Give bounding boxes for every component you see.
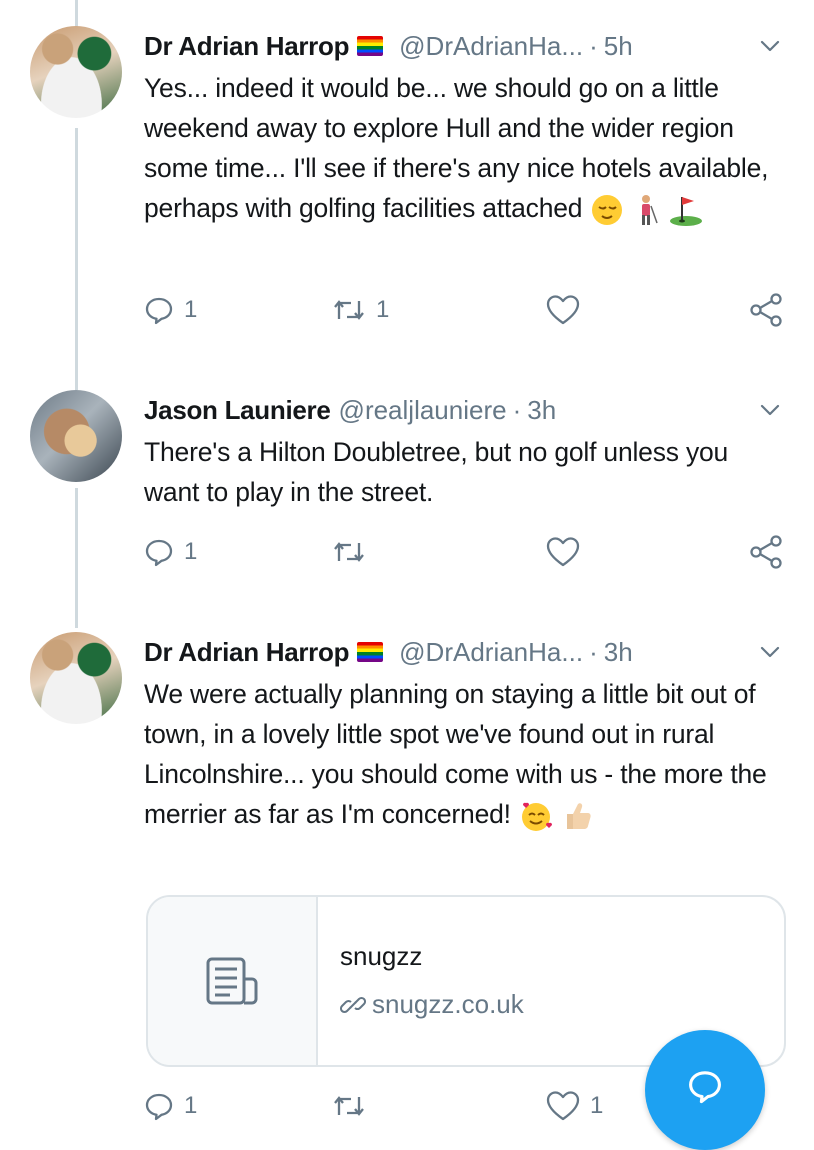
compose-button[interactable]: [645, 1030, 765, 1150]
tweet-header: Dr Adrian Harrop @DrAdrianHa... · 5h: [144, 26, 784, 66]
retweet-icon: [334, 542, 364, 562]
reply-button[interactable]: 1: [144, 290, 197, 330]
reply-icon: [145, 539, 173, 567]
tweet-actions: 1 1: [144, 290, 794, 330]
share-button[interactable]: [748, 532, 784, 572]
share-button[interactable]: [748, 290, 784, 330]
avatar[interactable]: [30, 26, 122, 118]
share-icon: [750, 535, 782, 569]
like-button[interactable]: [546, 532, 590, 572]
tweet-header: Dr Adrian Harrop @DrAdrianHa... · 3h: [144, 632, 784, 672]
author-name[interactable]: Jason Launiere: [144, 395, 331, 426]
flag-in-hole-emoji-icon: [669, 197, 702, 226]
thumbs-up-emoji-icon: [567, 803, 591, 829]
chevron-down-icon[interactable]: [758, 398, 782, 422]
avatar[interactable]: [30, 632, 122, 724]
tweet-text: There's a Hilton Doubletree, but no golf…: [144, 437, 729, 507]
like-button[interactable]: [546, 290, 590, 330]
retweet-icon: [334, 300, 364, 320]
reply-count: 1: [184, 296, 198, 323]
like-button[interactable]: 1: [546, 1086, 603, 1126]
share-icon: [750, 293, 782, 327]
timestamp[interactable]: 3h: [604, 637, 633, 668]
tweet[interactable]: Dr Adrian Harrop @DrAdrianHa... · 5h Yes…: [0, 0, 814, 380]
like-icon: [546, 537, 580, 567]
retweet-button[interactable]: 1: [332, 290, 389, 330]
like-count: 1: [590, 1092, 604, 1119]
timestamp[interactable]: 3h: [527, 395, 556, 426]
chevron-down-icon[interactable]: [758, 640, 782, 664]
retweet-button[interactable]: [332, 1086, 376, 1126]
author-handle[interactable]: @DrAdrianHa...: [399, 31, 583, 62]
compose-icon: [689, 1071, 721, 1104]
timestamp[interactable]: 5h: [604, 31, 633, 62]
author-name[interactable]: Dr Adrian Harrop: [144, 31, 349, 62]
avatar[interactable]: [30, 390, 122, 482]
link-icon: [340, 996, 366, 1013]
reply-count: 1: [184, 538, 198, 565]
author-handle[interactable]: @DrAdrianHa...: [399, 637, 583, 668]
relieved-face-emoji-icon: [591, 195, 622, 225]
tweet-text: We were actually planning on staying a l…: [144, 674, 784, 834]
chevron-down-icon[interactable]: [758, 34, 782, 58]
author-name[interactable]: Dr Adrian Harrop: [144, 637, 349, 668]
card-url: snugzz.co.uk: [340, 989, 524, 1020]
like-icon: [546, 295, 580, 325]
author-handle[interactable]: @realjlauniere: [339, 395, 507, 426]
reply-button[interactable]: 1: [144, 532, 197, 572]
rainbow-flag-icon: [357, 642, 384, 662]
reply-count: 1: [184, 1092, 198, 1119]
reply-icon: [145, 1093, 173, 1121]
card-title: snugzz: [340, 941, 423, 971]
separator-dot: ·: [589, 636, 598, 667]
tweet-header: Jason Launiere @realjlauniere · 3h: [144, 390, 784, 430]
separator-dot: ·: [512, 394, 522, 425]
tweet-text: Yes... indeed it would be... we should g…: [144, 68, 784, 228]
reply-button[interactable]: 1: [144, 1086, 197, 1126]
retweet-icon: [334, 1096, 364, 1116]
retweet-count: 1: [376, 296, 390, 323]
like-icon: [546, 1091, 580, 1121]
reply-icon: [145, 297, 173, 325]
retweet-button[interactable]: [332, 532, 376, 572]
article-icon: [206, 957, 258, 1005]
card-thumbnail: [148, 897, 318, 1065]
separator-dot: ·: [589, 30, 598, 61]
rainbow-flag-icon: [357, 36, 384, 56]
tweet-actions: 1: [144, 532, 794, 572]
person-golfing-emoji-icon: [641, 195, 658, 225]
tweet[interactable]: Jason Launiere @realjlauniere · 3h There…: [0, 380, 814, 620]
smiling-face-with-hearts-emoji-icon: [522, 802, 553, 831]
